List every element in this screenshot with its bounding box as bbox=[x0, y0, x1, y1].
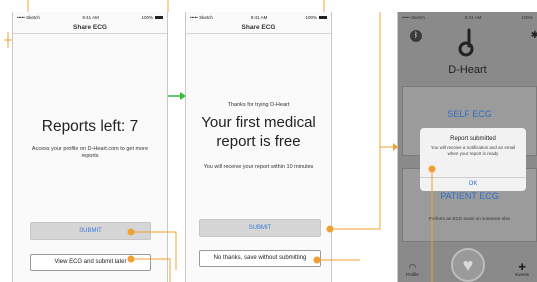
battery-indicator: 100% bbox=[305, 15, 327, 20]
status-bar: ••••• Sketch 9:41 AM 100% bbox=[398, 12, 537, 22]
report-submitted-alert: Report submitted You will receive a noti… bbox=[420, 128, 526, 191]
free-report-heading: Your first medical report is free bbox=[201, 114, 316, 150]
carrier-label: ••••• Sketch bbox=[17, 14, 40, 20]
tab-events[interactable]: ✚ Events bbox=[515, 262, 529, 277]
flow-arrow-green bbox=[168, 92, 186, 100]
clock: 9:41 AM bbox=[464, 14, 482, 20]
headphones-icon: ◠ bbox=[408, 262, 417, 272]
access-profile-text: Access your profile on D-Heart.com to ge… bbox=[31, 146, 149, 159]
alert-message: You will receive a notification and an e… bbox=[430, 145, 516, 156]
view-ecg-submit-later-button[interactable]: View ECG and submit later bbox=[30, 254, 151, 271]
patient-ecg-label: PATIENT ECG bbox=[440, 191, 499, 201]
carrier-label: ••••• Sketch bbox=[190, 14, 213, 20]
tab-profile[interactable]: ◠ Profile bbox=[406, 262, 419, 277]
screen-share-ecg-reports-left: ••••• Sketch 9:41 AM 100% Share ECG Repo… bbox=[12, 12, 168, 282]
submit-button[interactable]: SUBMIT bbox=[30, 222, 151, 240]
reports-left-heading: Reports left: 7 bbox=[41, 118, 139, 135]
clock: 9:41 AM bbox=[82, 14, 99, 20]
tab-profile-label: Profile bbox=[406, 272, 419, 277]
carrier-label: ••••• Sketch bbox=[402, 14, 425, 20]
brand-name: D-Heart bbox=[448, 64, 487, 76]
battery-indicator: 100% bbox=[141, 15, 163, 20]
receive-report-text: You will receive your report within 10 m… bbox=[203, 164, 314, 170]
alert-title: Report submitted bbox=[450, 136, 496, 142]
nav-title: Share ECG bbox=[186, 22, 331, 34]
events-icon: ✚ bbox=[518, 262, 526, 272]
battery-indicator: 100% bbox=[521, 14, 533, 20]
alert-ok-button[interactable]: OK bbox=[420, 177, 526, 191]
save-without-submitting-button[interactable]: No thanks, save without submitting bbox=[199, 250, 321, 267]
patient-ecg-description: Perform an ECG exam on someone else bbox=[428, 216, 511, 221]
connector-top-mid bbox=[167, 0, 325, 12]
battery-icon bbox=[154, 15, 163, 19]
gear-icon[interactable]: ✱ bbox=[531, 30, 537, 41]
battery-icon bbox=[318, 15, 327, 19]
submit-button[interactable]: SUBMIT bbox=[199, 219, 321, 237]
nav-title: Share ECG bbox=[13, 22, 167, 34]
thanks-text: Thanks for trying D-Heart bbox=[227, 102, 290, 108]
screen-home-report-submitted: ••••• Sketch 9:41 AM 100% ᛒ ✱ D-Heart SE… bbox=[397, 12, 537, 282]
connector-submit-2 bbox=[330, 12, 381, 230]
self-ecg-label: SELF ECG bbox=[447, 109, 492, 119]
dheart-logo-icon bbox=[458, 28, 474, 57]
record-ecg-heart-button[interactable]: ♥ bbox=[451, 248, 485, 282]
screen-share-ecg-free-report: ••••• Sketch 9:41 AM 100% Share ECG Than… bbox=[185, 12, 332, 282]
bluetooth-icon[interactable]: ᛒ bbox=[410, 30, 422, 42]
tab-events-label: Events bbox=[515, 272, 529, 277]
status-bar: ••••• Sketch 9:41 AM 100% bbox=[186, 12, 331, 22]
status-bar: ••••• Sketch 9:41 AM 100% bbox=[13, 12, 167, 22]
clock: 9:41 AM bbox=[250, 14, 268, 20]
